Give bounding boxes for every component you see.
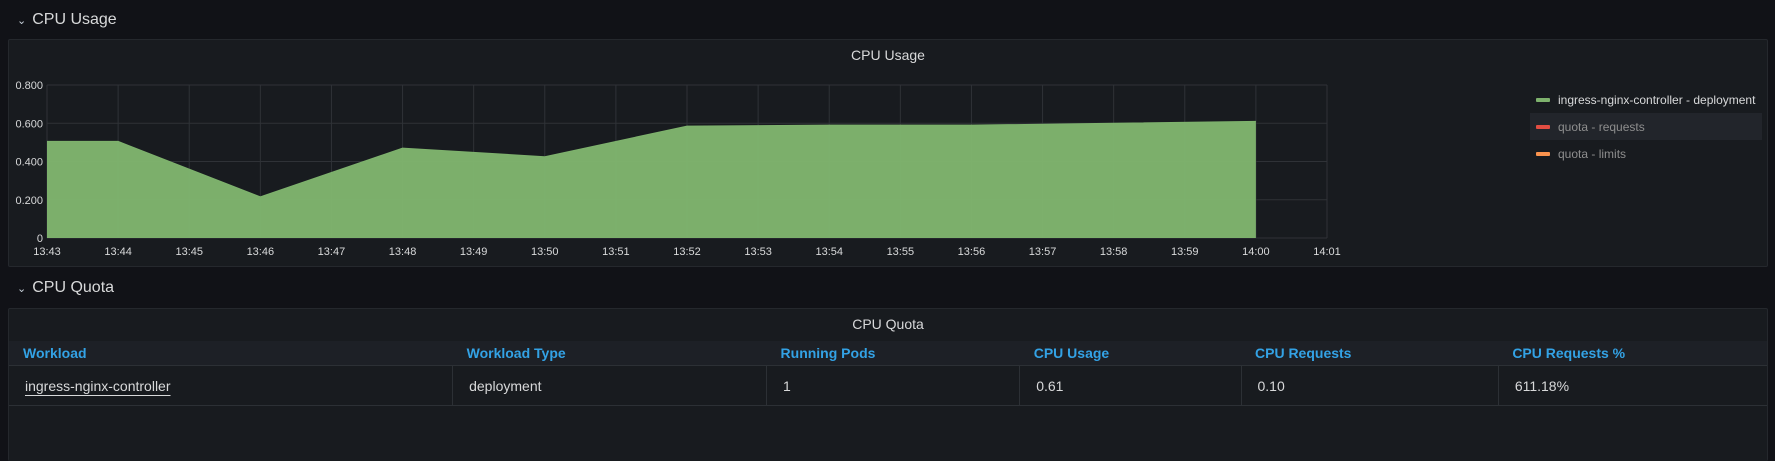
table-cell: 1	[766, 365, 1021, 406]
table-cell[interactable]: ingress-nginx-controller	[9, 365, 454, 406]
cpu-usage-row-header[interactable]: ⌄ CPU Usage	[17, 8, 117, 32]
table-header-row: Workload Workload Type Running Pods CPU Usa…	[9, 341, 1767, 366]
row-title: CPU Usage	[32, 11, 117, 28]
chevron-down-icon: ⌄	[17, 282, 27, 295]
legend-label: quota - requests	[1558, 119, 1645, 134]
x-tick-label: 14:01	[1313, 246, 1341, 258]
column-header[interactable]: Running Pods	[766, 341, 1020, 366]
x-tick-label: 13:48	[389, 246, 417, 258]
table-cell: deployment	[452, 365, 768, 406]
table-cell: 611.18%	[1498, 365, 1767, 406]
panel-title: CPU Quota	[852, 316, 924, 332]
cpu-usage-chart[interactable]: 13:43 13:44 13:45 13:46 13:47 13:48 13:49 13:50…	[9, 40, 1519, 268]
cpu-usage-panel: CPU Usage 13:43 13:44 13:45 13:46 13:47 13:48…	[8, 39, 1768, 267]
legend-item[interactable]: quota - limits	[1530, 140, 1762, 167]
legend-item[interactable]: ingress-nginx-controller - deployment	[1530, 86, 1762, 113]
x-tick-label: 13:45	[175, 246, 203, 258]
row-title: CPU Quota	[32, 279, 115, 296]
table-cell: 0.61	[1019, 365, 1242, 406]
legend-swatch	[1536, 151, 1550, 156]
y-tick-label: 0.200	[15, 195, 43, 207]
y-tick-label: 0.800	[15, 80, 43, 92]
cpu-quota-panel: CPU Quota Workload Workload Type Running P…	[8, 308, 1768, 461]
x-tick-label: 13:55	[887, 246, 915, 258]
x-tick-label: 13:52	[673, 246, 701, 258]
column-header[interactable]: Workload	[9, 341, 453, 366]
y-tick-label: 0	[37, 233, 43, 245]
legend-label: ingress-nginx-controller - deployment	[1558, 92, 1756, 107]
x-tick-label: 13:50	[531, 246, 559, 258]
table-cell: 0.10	[1241, 365, 1499, 406]
x-tick-label: 13:49	[460, 246, 488, 258]
legend-swatch	[1536, 124, 1550, 129]
x-tick-label: 13:56	[958, 246, 986, 258]
column-header[interactable]: Workload Type	[452, 341, 767, 366]
cpu-quota-table: Workload Workload Type Running Pods CPU Usa…	[9, 341, 1767, 406]
x-tick-label: 13:51	[602, 246, 630, 258]
x-tick-label: 13:59	[1171, 246, 1199, 258]
cpu-quota-row-header[interactable]: ⌄ CPU Quota	[17, 276, 114, 300]
y-tick-label: 0.600	[15, 118, 43, 130]
x-tick-label: 13:53	[744, 246, 772, 258]
y-tick-label: 0.400	[15, 157, 43, 169]
chart-legend: ingress-nginx-controller - deployment quo…	[1530, 86, 1762, 167]
column-header[interactable]: CPU Requests %	[1498, 341, 1767, 366]
x-tick-label: 14:00	[1242, 246, 1270, 258]
x-tick-label: 13:54	[815, 246, 843, 258]
legend-label: quota - limits	[1558, 146, 1627, 161]
x-tick-label: 13:57	[1029, 246, 1057, 258]
legend-item[interactable]: quota - requests	[1530, 113, 1762, 140]
column-header[interactable]: CPU Requests	[1241, 341, 1499, 366]
x-tick-label: 13:43	[33, 246, 61, 258]
x-tick-label: 13:47	[318, 246, 346, 258]
chevron-down-icon: ⌄	[17, 14, 27, 27]
x-tick-label: 13:58	[1100, 246, 1128, 258]
series-area	[47, 121, 1256, 238]
workload-link[interactable]: ingress-nginx-controller	[25, 378, 171, 394]
x-tick-label: 13:44	[104, 246, 132, 258]
column-header[interactable]: CPU Usage	[1019, 341, 1241, 366]
x-tick-label: 13:46	[247, 246, 275, 258]
table-row: ingress-nginx-controller deployment 1 0.61 0…	[9, 365, 1767, 406]
legend-swatch	[1536, 97, 1550, 102]
